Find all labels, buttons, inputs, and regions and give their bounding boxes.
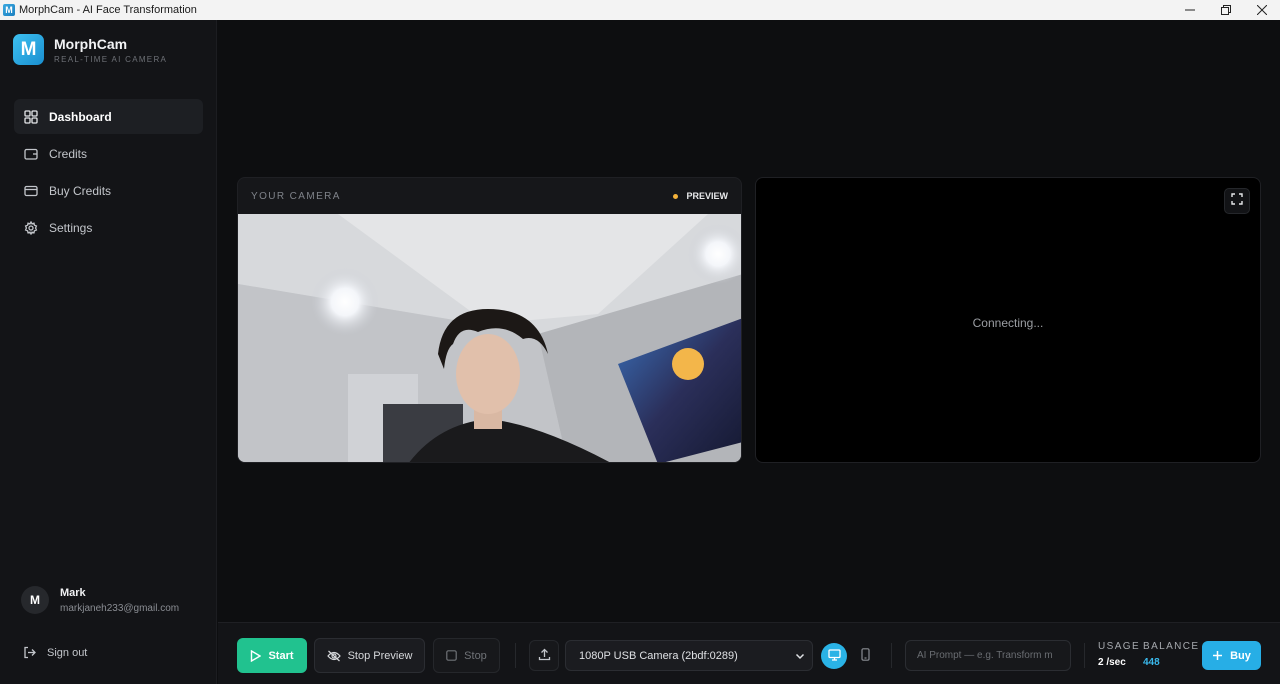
mobile-mode-button[interactable] (852, 643, 878, 669)
sign-out-label: Sign out (47, 647, 88, 659)
camera-feed (238, 214, 741, 462)
fullscreen-icon (1231, 192, 1243, 210)
brand: M MorphCam REAL-TIME AI CAMERA (13, 34, 167, 65)
camera-device-value: 1080P USB Camera (2bdf:0289) (579, 649, 738, 662)
balance-label: BALANCE (1143, 641, 1200, 652)
smartphone-icon (860, 648, 870, 664)
brand-name: MorphCam (54, 35, 128, 52)
sidebar-item-label: Dashboard (49, 109, 112, 124)
upload-button[interactable] (529, 640, 559, 671)
chevron-down-icon (794, 650, 806, 665)
play-icon (250, 649, 262, 662)
preview-status-label: PREVIEW (686, 191, 728, 201)
sidebar: M MorphCam REAL-TIME AI CAMERA Dashboard… (0, 20, 217, 684)
balance-value: 448 (1143, 657, 1160, 668)
stop-icon (446, 650, 457, 661)
bottom-toolbar: Start Stop Preview Stop 1080P USB Camera… (218, 622, 1280, 684)
brand-logo: M (13, 34, 44, 65)
stop-preview-label: Stop Preview (347, 649, 413, 662)
main-area: YOUR CAMERA PREVIEW Connecting... (218, 20, 1280, 622)
stop-button[interactable]: Stop (433, 638, 500, 673)
window-titlebar: M MorphCam - AI Face Transformation (0, 0, 1280, 20)
stop-label: Stop (464, 649, 487, 662)
sidebar-item-buy-credits[interactable]: Buy Credits (14, 173, 203, 208)
user-profile: M Mark markjaneh233@gmail.com (21, 586, 179, 614)
upload-icon (538, 648, 551, 664)
buy-button[interactable]: Buy (1202, 641, 1261, 670)
camera-panel: YOUR CAMERA PREVIEW (237, 177, 742, 463)
sidebar-nav: Dashboard Credits Buy Credits Settings (14, 99, 203, 247)
sidebar-item-settings[interactable]: Settings (14, 210, 203, 245)
desktop-mode-button[interactable] (821, 643, 847, 669)
sidebar-item-label: Settings (49, 220, 93, 235)
fullscreen-button[interactable] (1224, 188, 1250, 214)
sidebar-item-dashboard[interactable]: Dashboard (14, 99, 203, 134)
restore-icon[interactable] (1208, 0, 1244, 20)
toolbar-divider (515, 643, 516, 668)
window-title: MorphCam - AI Face Transformation (19, 4, 197, 16)
eye-off-icon (326, 650, 341, 662)
sign-out-icon (23, 646, 37, 660)
wallet-icon (23, 146, 39, 162)
buy-label: Buy (1230, 649, 1251, 662)
status-dot (673, 193, 679, 199)
minimize-icon[interactable] (1172, 0, 1208, 20)
avatar: M (21, 586, 49, 614)
sidebar-item-credits[interactable]: Credits (14, 136, 203, 171)
preview-status: PREVIEW (673, 191, 728, 201)
brand-tagline: REAL-TIME AI CAMERA (54, 54, 168, 64)
user-name: Mark (60, 586, 86, 599)
grid-icon (23, 109, 39, 125)
output-status-text: Connecting... (972, 316, 1044, 330)
usage-value: 2 /sec (1098, 657, 1126, 668)
toolbar-divider (891, 643, 892, 668)
close-icon[interactable] (1244, 0, 1280, 20)
usage-label: USAGE (1098, 641, 1141, 652)
sidebar-item-label: Credits (49, 146, 88, 161)
app-icon: M (3, 4, 15, 16)
camera-feed-image (238, 214, 741, 462)
window-controls (1172, 0, 1280, 20)
user-email: markjaneh233@gmail.com (60, 602, 180, 614)
ai-prompt-input[interactable] (905, 640, 1071, 671)
output-panel: Connecting... (755, 177, 1261, 463)
sidebar-item-label: Buy Credits (49, 183, 112, 198)
start-label: Start (268, 649, 294, 662)
camera-device-select[interactable]: 1080P USB Camera (2bdf:0289) (565, 640, 813, 671)
card-icon (23, 183, 39, 199)
stop-preview-button[interactable]: Stop Preview (314, 638, 425, 673)
sign-out-button[interactable]: Sign out (23, 646, 87, 660)
toolbar-divider (1084, 643, 1085, 668)
start-button[interactable]: Start (237, 638, 307, 673)
balance-stat: BALANCE 448 (1143, 641, 1200, 668)
gear-icon (23, 220, 39, 236)
camera-panel-label: YOUR CAMERA (251, 190, 341, 202)
plus-icon (1212, 650, 1223, 661)
monitor-icon (827, 648, 841, 664)
usage-stat: USAGE 2 /sec (1098, 641, 1140, 668)
